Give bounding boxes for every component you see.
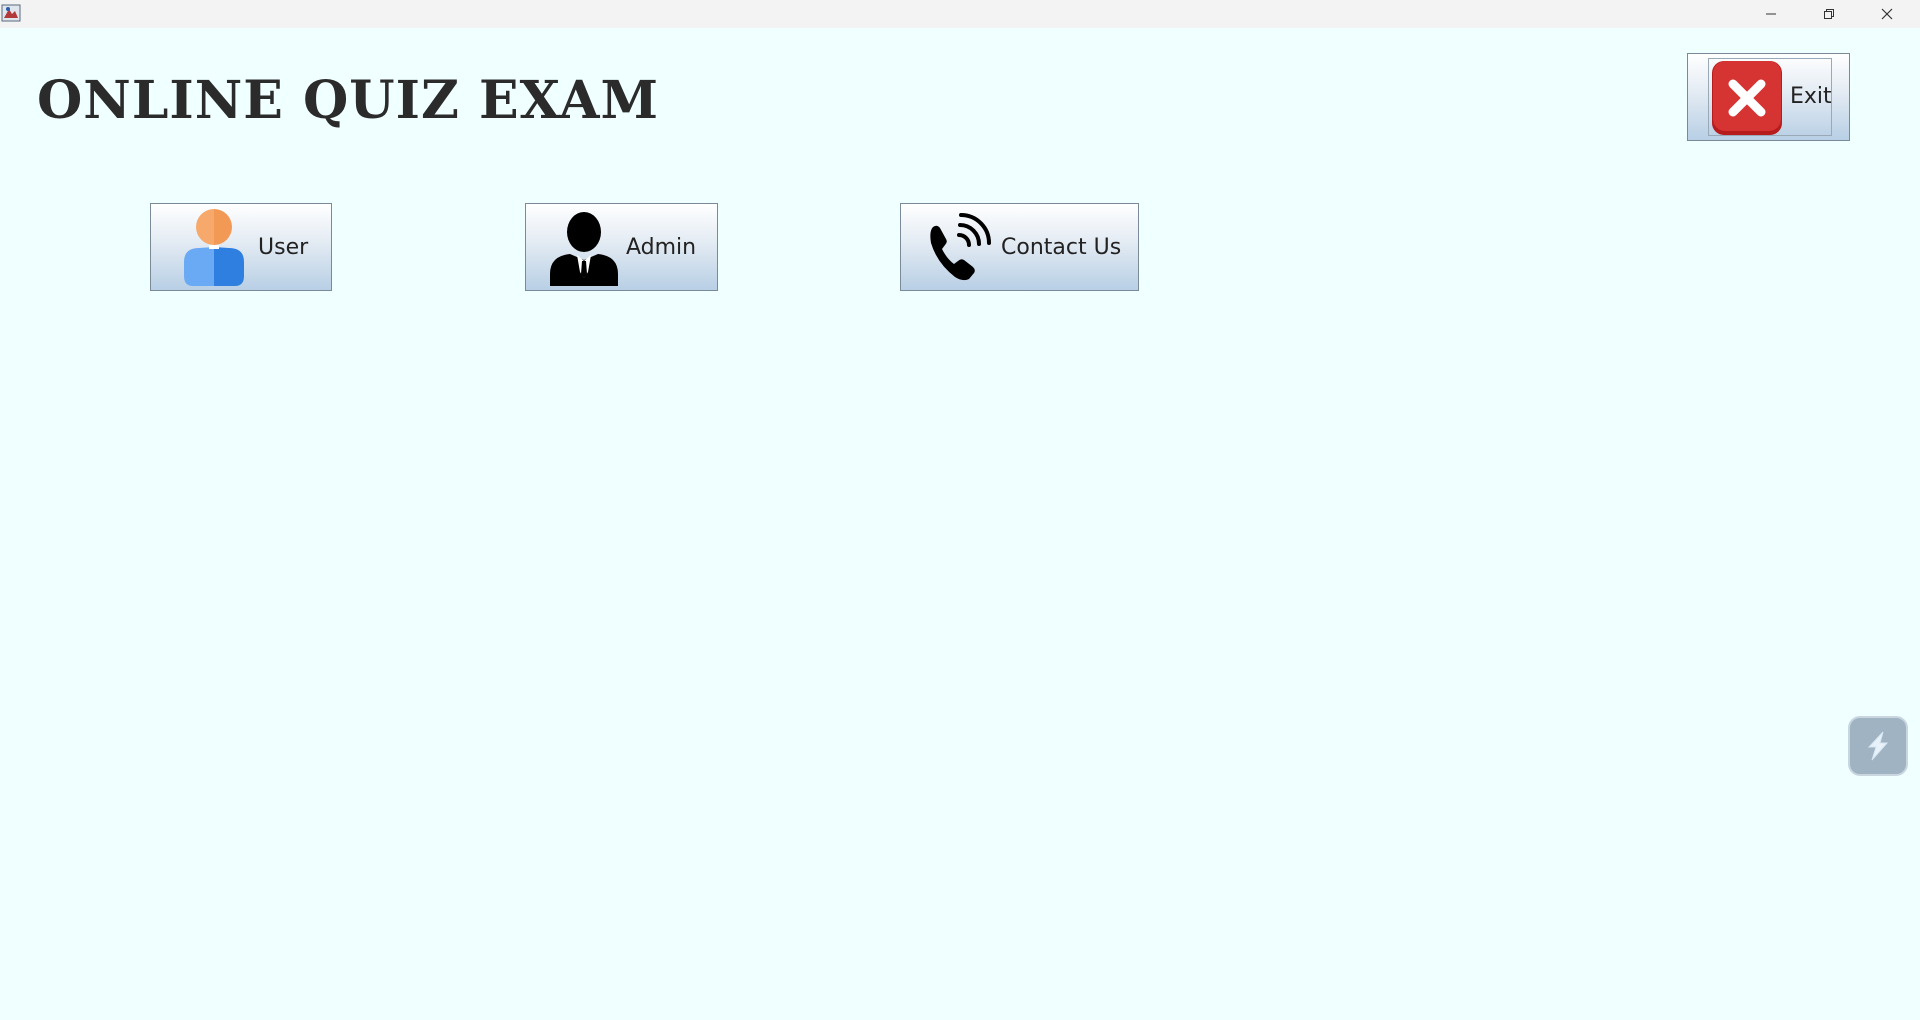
restore-icon [1824,9,1834,19]
contact-us-button-label: Contact Us [1001,235,1122,260]
minimize-button[interactable] [1742,0,1800,28]
restore-button[interactable] [1800,0,1858,28]
lightning-icon [1867,731,1889,761]
page-title: ONLINE QUIZ EXAM [37,70,660,131]
admin-button-label: Admin [626,235,697,260]
main-panel: ONLINE QUIZ EXAM Exit User Admin Contact… [0,28,1920,1020]
user-button[interactable]: User [150,203,332,291]
admin-button[interactable]: Admin [525,203,718,291]
floating-widget-button[interactable] [1848,716,1908,776]
java-app-icon [1,4,21,22]
contact-us-button[interactable]: Contact Us [900,203,1139,291]
user-button-label: User [258,235,309,260]
phone-icon [930,213,991,281]
close-icon [1881,8,1893,20]
close-x-icon [1712,61,1782,135]
admin-icon [550,212,618,286]
exit-button[interactable]: Exit [1687,53,1850,141]
close-window-button[interactable] [1858,0,1916,28]
user-icon [184,209,244,286]
minimize-icon [1766,13,1776,15]
window-titlebar [0,0,1920,28]
exit-button-label: Exit [1790,84,1832,109]
